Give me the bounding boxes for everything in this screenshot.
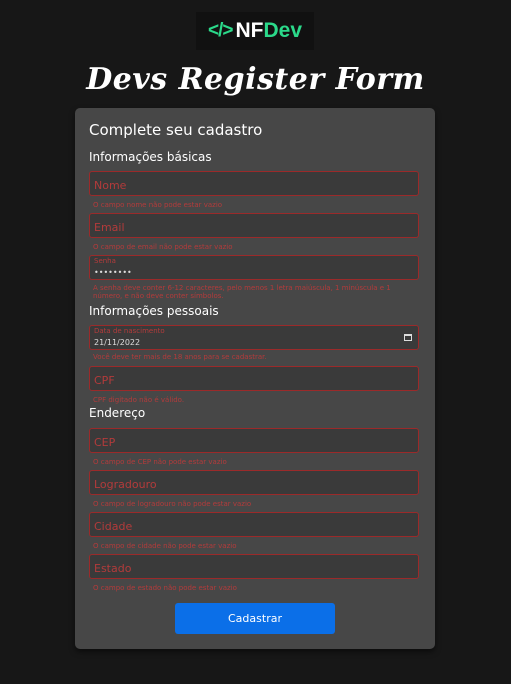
birthdate-input[interactable]: Data de nascimento 21/11/2022	[89, 325, 419, 350]
street-placeholder: Logradouro	[94, 478, 157, 491]
city-error: O campo de cidade não pode estar vazio	[93, 542, 237, 550]
register-form-card: Complete seu cadastro Informações básica…	[75, 108, 435, 649]
logo-dev-text: Dev	[263, 19, 302, 42]
cpf-placeholder: CPF	[94, 374, 115, 387]
section-personal-info: Informações pessoais	[89, 304, 219, 318]
nfdev-logo: </> NF Dev	[196, 12, 314, 50]
birthdate-value: 21/11/2022	[94, 338, 141, 347]
city-input[interactable]: Cidade	[89, 512, 419, 537]
street-error: O campo de logradouro não pode estar vaz…	[93, 500, 252, 508]
logo-nf-text: NF	[235, 19, 264, 42]
submit-button[interactable]: Cadastrar	[175, 603, 335, 634]
city-placeholder: Cidade	[94, 520, 133, 533]
name-error: O campo nome não pode estar vazio	[93, 201, 223, 209]
cpf-input[interactable]: CPF	[89, 366, 419, 391]
form-heading: Complete seu cadastro	[89, 121, 263, 139]
name-placeholder: Nome	[94, 179, 127, 192]
cep-error: O campo de CEP não pode estar vazio	[93, 458, 227, 466]
section-address: Endereço	[89, 406, 146, 420]
state-placeholder: Estado	[94, 562, 132, 575]
street-input[interactable]: Logradouro	[89, 470, 419, 495]
cep-placeholder: CEP	[94, 436, 116, 449]
cpf-error: CPF digitado não é válido.	[93, 396, 185, 404]
password-error: A senha deve conter 6-12 caracteres, pel…	[93, 284, 391, 300]
cep-input[interactable]: CEP	[89, 428, 419, 453]
password-value: ••••••••	[94, 268, 132, 277]
birthdate-error: Você deve ter mais de 18 anos para se ca…	[93, 353, 267, 361]
password-label: Senha	[94, 257, 116, 265]
code-brackets-icon: </>	[207, 20, 234, 41]
state-input[interactable]: Estado	[89, 554, 419, 579]
birthdate-label: Data de nascimento	[94, 327, 165, 335]
name-input[interactable]: Nome	[89, 171, 419, 196]
page-title: Devs Register Form	[86, 62, 425, 97]
password-input[interactable]: Senha ••••••••	[89, 255, 419, 280]
calendar-icon[interactable]	[404, 334, 412, 341]
state-error: O campo de estado não pode estar vazio	[93, 584, 237, 592]
email-input[interactable]: Email	[89, 213, 419, 238]
email-error: O campo de email não pode estar vazio	[93, 243, 233, 251]
section-basic-info: Informações básicas	[89, 150, 212, 164]
email-placeholder: Email	[94, 221, 125, 234]
